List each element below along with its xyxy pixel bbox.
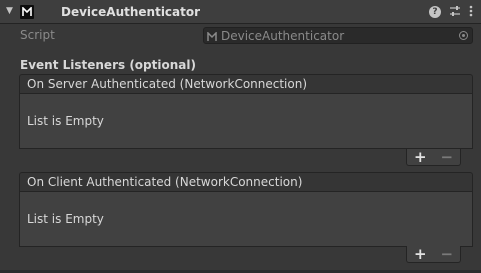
mirror-logo-icon xyxy=(20,4,34,19)
script-label: Script xyxy=(20,28,55,42)
client-remove-button[interactable]: − xyxy=(440,246,453,262)
client-event-header: On Client Authenticated (NetworkConnecti… xyxy=(19,172,473,192)
kebab-menu-icon[interactable] xyxy=(469,5,473,20)
client-add-button[interactable]: + xyxy=(414,246,427,262)
client-empty-text: List is Empty xyxy=(27,212,104,226)
server-event-footer: + − xyxy=(406,149,461,166)
script-field-value: DeviceAuthenticator xyxy=(221,28,345,43)
script-file-icon xyxy=(207,30,217,41)
component-header[interactable]: ▼ DeviceAuthenticator ? xyxy=(0,0,481,24)
event-listeners-title: Event Listeners (optional) xyxy=(20,58,196,72)
client-event-list: List is Empty xyxy=(19,192,473,247)
server-empty-text: List is Empty xyxy=(27,114,104,128)
object-picker-icon[interactable] xyxy=(459,31,468,40)
header-icons: ? xyxy=(429,0,473,24)
server-event-list: List is Empty xyxy=(19,94,473,149)
script-field[interactable]: DeviceAuthenticator xyxy=(203,27,473,44)
server-remove-button[interactable]: − xyxy=(440,149,453,165)
server-event-header: On Server Authenticated (NetworkConnecti… xyxy=(19,74,473,94)
help-icon[interactable]: ? xyxy=(429,6,441,18)
client-event-footer: + − xyxy=(406,246,461,263)
presets-icon[interactable] xyxy=(449,5,461,20)
foldout-arrow-icon[interactable]: ▼ xyxy=(6,7,15,16)
server-add-button[interactable]: + xyxy=(414,149,427,165)
component-title: DeviceAuthenticator xyxy=(61,4,201,19)
